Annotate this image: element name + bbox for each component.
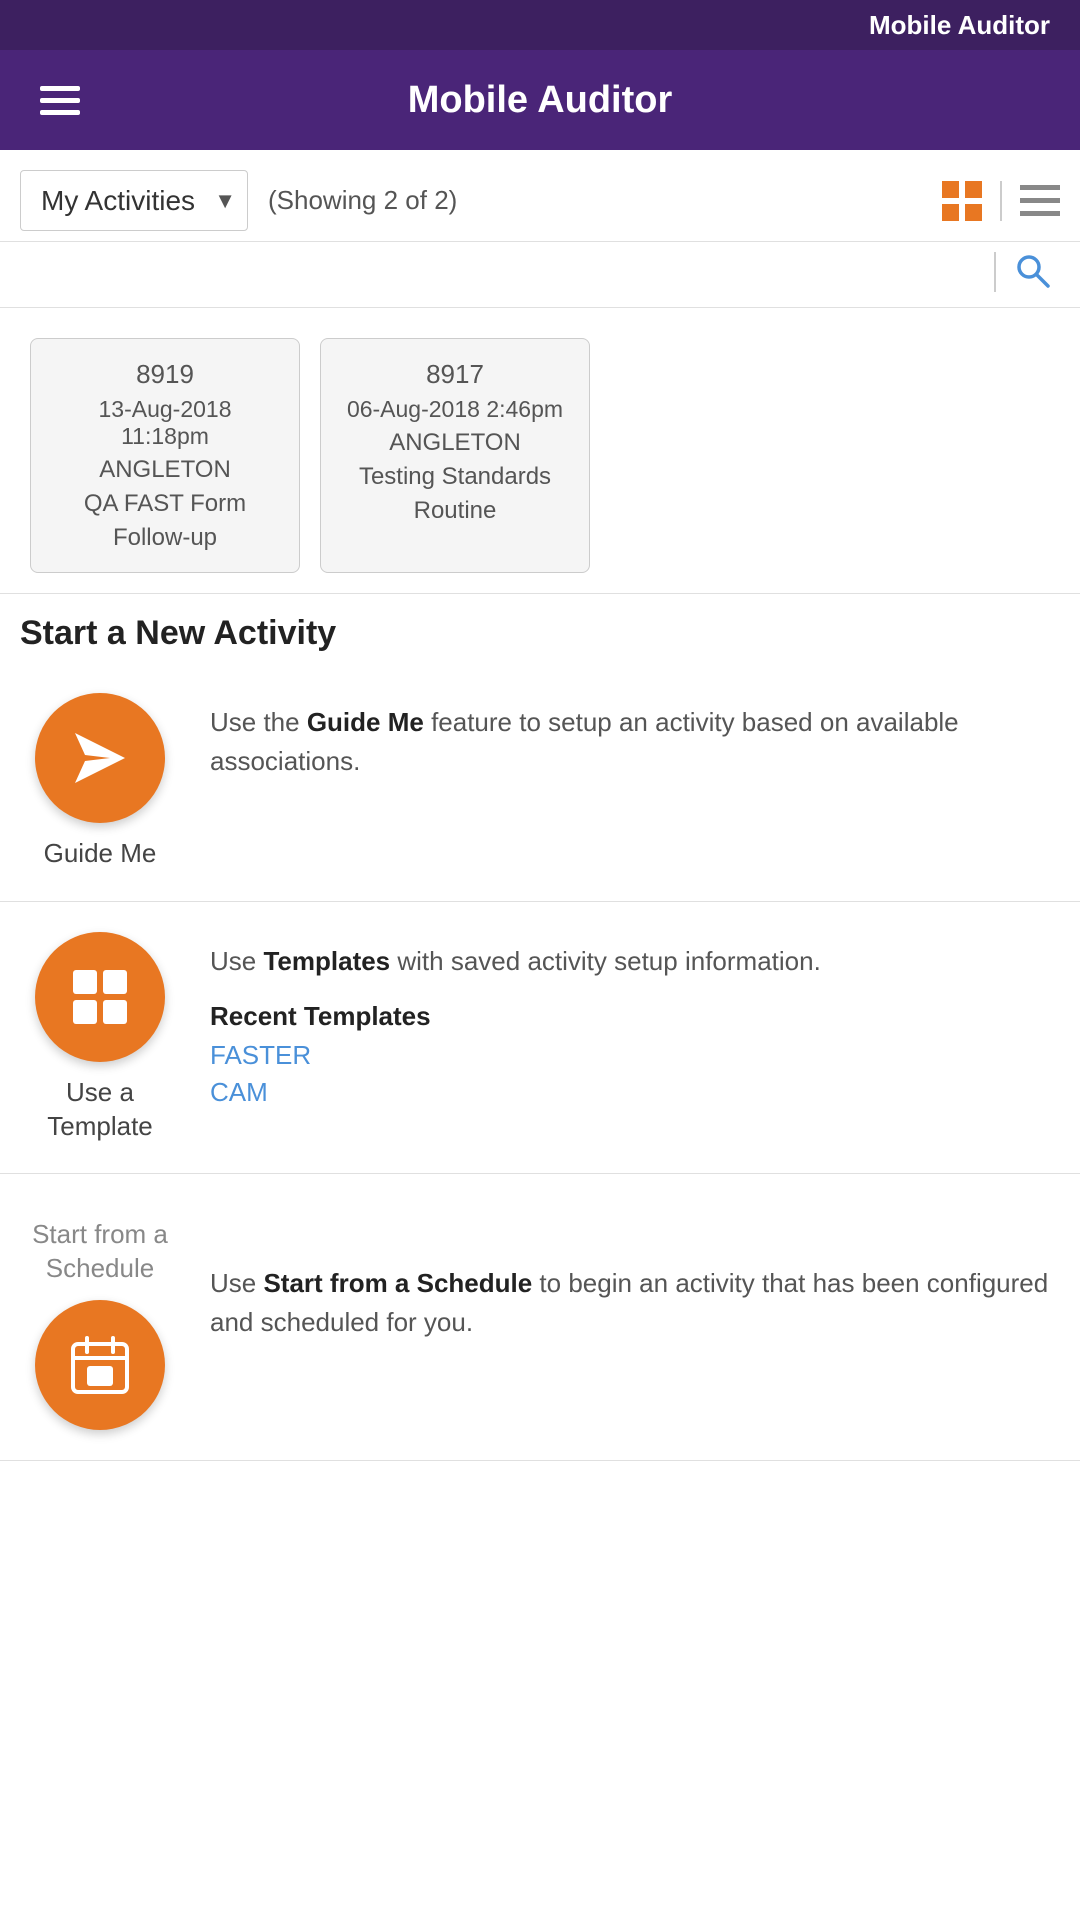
use-template-label: Use aTemplate	[47, 1076, 153, 1144]
view-icons	[942, 181, 1060, 221]
activity-cards-container: 8919 13-Aug-2018 11:18pm ANGLETON QA FAS…	[0, 308, 1080, 593]
activity-card[interactable]: 8919 13-Aug-2018 11:18pm ANGLETON QA FAS…	[30, 338, 300, 573]
activity-card[interactable]: 8917 06-Aug-2018 2:46pm ANGLETON Testing…	[320, 338, 590, 573]
start-schedule-button[interactable]	[35, 1300, 165, 1430]
header-title: Mobile Auditor	[110, 79, 970, 122]
list-view-icon[interactable]	[1020, 181, 1060, 221]
use-template-icon-col: Use aTemplate	[20, 932, 180, 1144]
start-schedule-label-top: Start from aSchedule	[32, 1218, 168, 1286]
template-link-faster[interactable]: FASTER	[210, 1040, 1060, 1071]
use-template-description: Use Templates with saved activity setup …	[210, 942, 1060, 981]
card-location: ANGLETON	[55, 456, 275, 484]
guide-me-icon-col: Guide Me	[20, 693, 180, 871]
start-schedule-row: Start from aSchedule Use Start from a Sc…	[0, 1174, 1080, 1461]
card-title: Testing Standards	[345, 463, 565, 491]
card-type: Follow-up	[55, 524, 275, 552]
card-title: QA FAST Form	[55, 490, 275, 518]
header: Mobile Auditor	[0, 50, 1080, 150]
card-date: 06-Aug-2018 2:46pm	[345, 396, 565, 423]
new-activity-section-header: Start a New Activity	[0, 593, 1080, 663]
start-schedule-icon-col: Start from aSchedule	[20, 1204, 180, 1430]
card-id: 8917	[345, 359, 565, 390]
use-template-content: Use Templates with saved activity setup …	[180, 932, 1060, 1108]
recent-templates-title: Recent Templates	[210, 1001, 1060, 1032]
hamburger-menu-button[interactable]	[40, 86, 80, 115]
card-id: 8919	[55, 359, 275, 390]
grid-view-icon[interactable]	[942, 181, 982, 221]
search-bar-row	[0, 242, 1080, 308]
use-template-row: Use aTemplate Use Templates with saved a…	[0, 902, 1080, 1175]
recent-templates: Recent Templates FASTER CAM	[210, 1001, 1060, 1108]
search-button[interactable]	[1014, 252, 1050, 297]
view-divider	[1000, 181, 1002, 221]
template-link-cam[interactable]: CAM	[210, 1077, 1060, 1108]
use-template-button[interactable]	[35, 932, 165, 1062]
guide-me-description: Use the Guide Me feature to setup an act…	[210, 703, 1060, 781]
guide-me-content: Use the Guide Me feature to setup an act…	[180, 693, 1060, 781]
filter-dropdown-wrapper: My Activities All Activities ▼	[20, 170, 248, 231]
filter-dropdown[interactable]: My Activities All Activities	[20, 170, 248, 231]
search-divider	[994, 252, 996, 292]
card-type: Routine	[345, 497, 565, 525]
guide-me-row: Guide Me Use the Guide Me feature to set…	[0, 663, 1080, 902]
guide-me-label: Guide Me	[44, 837, 157, 871]
card-date: 13-Aug-2018 11:18pm	[55, 396, 275, 450]
start-schedule-description: Use Start from a Schedule to begin an ac…	[210, 1264, 1060, 1342]
showing-count: (Showing 2 of 2)	[268, 185, 457, 216]
filter-bar: My Activities All Activities ▼ (Showing …	[0, 150, 1080, 242]
start-schedule-content: Use Start from a Schedule to begin an ac…	[180, 1204, 1060, 1342]
card-location: ANGLETON	[345, 429, 565, 457]
app-name-status: Mobile Auditor	[869, 10, 1050, 41]
guide-me-button[interactable]	[35, 693, 165, 823]
status-bar: Mobile Auditor	[0, 0, 1080, 50]
